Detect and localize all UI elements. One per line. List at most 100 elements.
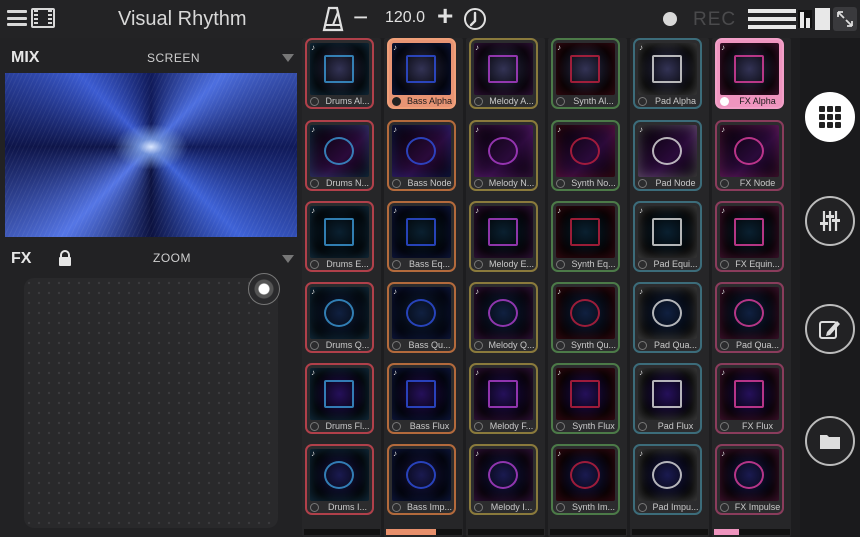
clip-pad-impulse[interactable]: ♪ FX Impulse <box>715 444 784 515</box>
clip-thumbnail: ♪ <box>474 449 533 501</box>
pad-trigger-dot-icon <box>474 341 483 350</box>
clip-thumbnail: ♪ <box>720 449 779 501</box>
pad-label: Melody F... <box>489 421 534 431</box>
clip-pad-flux[interactable]: ♪ Pad Flux <box>633 363 702 434</box>
clip-pad-impulse[interactable]: ♪ Drums I... <box>305 444 374 515</box>
metronome-icon[interactable] <box>322 6 344 32</box>
thumbnail-graphic <box>406 299 436 327</box>
pad-trigger-dot-icon <box>638 179 647 188</box>
pad-trigger-dot-icon <box>720 422 729 431</box>
pad-label: Synth Qu... <box>570 340 617 350</box>
clip-pad-equinox[interactable]: ♪ Synth Eq... <box>551 201 620 272</box>
grid-view-button[interactable] <box>805 92 855 142</box>
record-icon[interactable] <box>663 12 677 26</box>
grid-view-icon <box>819 106 841 128</box>
mix-dropdown-icon[interactable] <box>282 54 294 62</box>
clip-pad-flux[interactable]: ♪ Bass Flux <box>387 363 456 434</box>
clip-pad-equinox[interactable]: ♪ Pad Equi... <box>633 201 702 272</box>
clip-pad-equinox[interactable]: ♪ Drums E... <box>305 201 374 272</box>
pad-trigger-dot-icon <box>720 503 729 512</box>
thumbnail-graphic <box>570 461 600 489</box>
pad-trigger-dot-icon <box>556 260 565 269</box>
pad-trigger-dot-icon <box>720 341 729 350</box>
edit-icon <box>819 321 840 339</box>
clip-pad-equinox[interactable]: ♪ Bass Eq... <box>387 201 456 272</box>
clip-pad-equinox[interactable]: ♪ Melody E... <box>469 201 538 272</box>
clip-pad-node[interactable]: ♪ Melody N... <box>469 120 538 191</box>
clip-pad-flux[interactable]: ♪ Melody F... <box>469 363 538 434</box>
clip-pad-quantum[interactable]: ♪ Synth Qu... <box>551 282 620 353</box>
pad-label: Drums Fl... <box>325 421 370 431</box>
clip-pad-alpha[interactable]: ♪ Melody A... <box>469 38 538 109</box>
pad-label: Drums E... <box>326 259 369 269</box>
audio-link-icon: ♪ <box>639 125 643 134</box>
fx-mode[interactable]: ZOOM <box>153 251 191 265</box>
clip-pad-alpha[interactable]: ♪ Bass Alpha <box>387 38 456 109</box>
browser-button[interactable] <box>805 416 855 466</box>
clip-pad-quantum[interactable]: ♪ Drums Q... <box>305 282 374 353</box>
pad-trigger-dot-icon <box>556 503 565 512</box>
pad-trigger-dot-icon <box>556 341 565 350</box>
fx-dropdown-icon[interactable] <box>282 255 294 263</box>
clip-pad-quantum[interactable]: ♪ Pad Qua... <box>715 282 784 353</box>
clip-thumbnail: ♪ <box>392 43 451 95</box>
clip-thumbnail: ♪ <box>556 206 615 258</box>
clip-pad-impulse[interactable]: ♪ Synth Im... <box>551 444 620 515</box>
tempo-value[interactable]: 120.0 <box>385 9 425 27</box>
audio-link-icon: ♪ <box>721 287 725 296</box>
pad-label: FX Equin... <box>735 259 780 269</box>
fullscreen-button[interactable] <box>833 7 857 31</box>
pad-trigger-dot-icon <box>310 179 319 188</box>
mixer-button[interactable] <box>805 196 855 246</box>
column-progress-fill <box>386 529 437 535</box>
pad-label: Bass Alpha <box>406 96 453 106</box>
pad-label: Pad Flux <box>657 421 694 431</box>
clip-pad-alpha[interactable]: ♪ Pad Alpha <box>633 38 702 109</box>
pad-trigger-dot-icon <box>556 97 565 106</box>
clip-pad-quantum[interactable]: ♪ Melody Q... <box>469 282 538 353</box>
audio-link-icon: ♪ <box>393 449 397 458</box>
tap-tempo-icon[interactable] <box>463 7 487 31</box>
tempo-increase-button[interactable]: + <box>437 2 453 30</box>
clip-pad-quantum[interactable]: ♪ Pad Qua... <box>633 282 702 353</box>
clip-pad-alpha[interactable]: ♪ Synth Al... <box>551 38 620 109</box>
clip-thumbnail: ♪ <box>310 368 369 420</box>
clip-pad-node[interactable]: ♪ FX Node <box>715 120 784 191</box>
pad-label: Drums N... <box>325 178 369 188</box>
menu-icon[interactable] <box>7 10 27 26</box>
fx-xy-handle[interactable] <box>248 273 280 305</box>
clip-pad-flux[interactable]: ♪ Synth Flux <box>551 363 620 434</box>
clip-pad-node[interactable]: ♪ Pad Node <box>633 120 702 191</box>
lock-icon[interactable] <box>58 250 72 267</box>
fx-xy-pad[interactable] <box>24 278 278 528</box>
pad-label: Pad Qua... <box>653 340 698 350</box>
clip-pad-node[interactable]: ♪ Drums N... <box>305 120 374 191</box>
clip-pad-flux[interactable]: ♪ Drums Fl... <box>305 363 374 434</box>
thumbnail-graphic <box>734 218 764 246</box>
thumbnail-graphic <box>324 55 354 83</box>
clip-pad-node[interactable]: ♪ Bass Node <box>387 120 456 191</box>
column-progress-bar <box>714 529 790 535</box>
clip-thumbnail: ♪ <box>720 43 779 95</box>
pad-label: Bass Flux <box>409 421 450 431</box>
mix-blend-mode[interactable]: SCREEN <box>147 51 200 65</box>
mix-preview <box>5 73 297 237</box>
pad-label: Pad Impu... <box>652 502 699 512</box>
tempo-decrease-button[interactable]: − <box>353 4 368 30</box>
edit-button[interactable] <box>805 304 855 354</box>
clip-pad-flux[interactable]: ♪ FX Flux <box>715 363 784 434</box>
clip-thumbnail: ♪ <box>638 43 697 95</box>
clip-pad-node[interactable]: ♪ Synth No... <box>551 120 620 191</box>
clip-pad-impulse[interactable]: ♪ Pad Impu... <box>633 444 702 515</box>
clip-pad-quantum[interactable]: ♪ Bass Qu... <box>387 282 456 353</box>
clip-pad-impulse[interactable]: ♪ Melody I... <box>469 444 538 515</box>
audio-link-icon: ♪ <box>557 43 561 52</box>
clip-thumbnail: ♪ <box>556 125 615 177</box>
clip-pad-alpha[interactable]: ♪ FX Alpha <box>715 38 784 109</box>
clip-pad-equinox[interactable]: ♪ FX Equin... <box>715 201 784 272</box>
clip-pad-alpha[interactable]: ♪ Drums Al... <box>305 38 374 109</box>
clip-pad-impulse[interactable]: ♪ Bass Imp... <box>387 444 456 515</box>
thumbnail-graphic <box>652 218 682 246</box>
record-label[interactable]: REC <box>693 9 736 31</box>
film-icon[interactable] <box>31 8 55 28</box>
